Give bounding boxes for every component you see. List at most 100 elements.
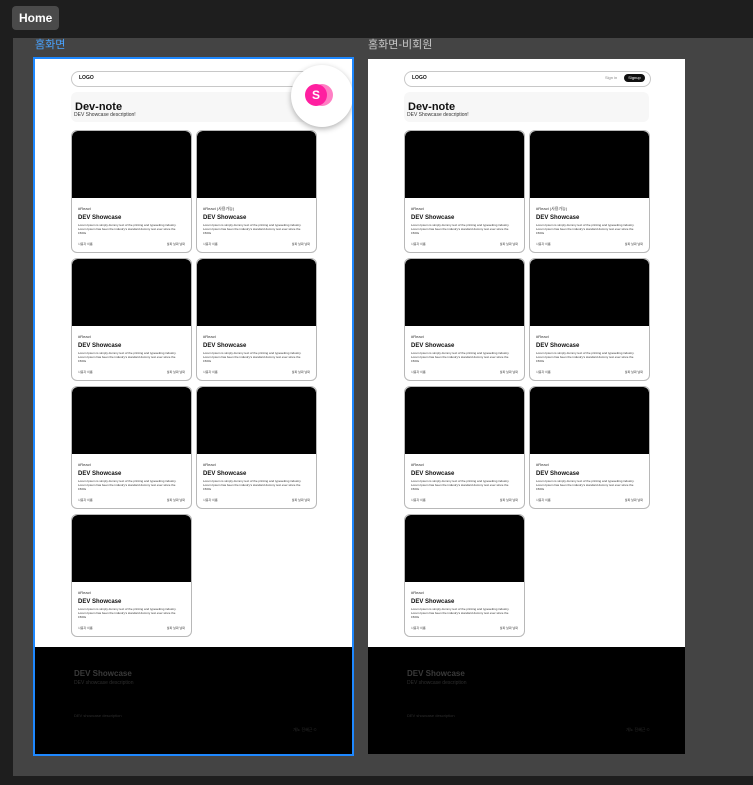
frame-label-home[interactable]: 홈화면: [35, 39, 65, 51]
card-tag: #React (사용가능): [536, 206, 568, 211]
card-thumbnail: [197, 387, 316, 454]
card-thumbnail: [72, 515, 191, 582]
card-date: 날짜 날짜 날짜: [499, 626, 518, 630]
post-card[interactable]: #React DEV Showcase Lorem Ipsum is simpl…: [404, 514, 525, 637]
card-author: 사용자 이름: [78, 370, 93, 374]
card-body: Lorem Ipsum is simply dummy text of the …: [411, 351, 510, 363]
footer-description: DEV showcase description: [74, 713, 122, 718]
card-thumbnail: [405, 387, 524, 454]
card-title: DEV Showcase: [203, 215, 247, 221]
collaborator-avatar[interactable]: S: [291, 65, 352, 127]
card-tag: #React: [411, 590, 424, 595]
card-thumbnail: [530, 131, 649, 198]
card-date: 날짜 날짜 날짜: [624, 242, 643, 246]
card-title: DEV Showcase: [536, 471, 580, 477]
card-thumbnail: [405, 259, 524, 326]
frame-home[interactable]: LOGO Dev-note DEV Showcase description! …: [33, 57, 354, 756]
logo[interactable]: LOGO: [412, 75, 427, 81]
card-tag: #React: [78, 206, 91, 211]
footer-title: DEV Showcase: [407, 669, 465, 678]
post-card[interactable]: #React (사용가능) DEV Showcase Lorem Ipsum i…: [529, 130, 650, 253]
avatar-initial: S: [305, 84, 327, 106]
card-body: Lorem Ipsum is simply dummy text of the …: [203, 351, 302, 363]
post-card[interactable]: #React DEV Showcase Lorem Ipsum is simpl…: [71, 514, 192, 637]
footer-subtitle: DEV showcase description: [407, 680, 467, 686]
card-thumbnail: [197, 259, 316, 326]
card-tag: #React: [536, 462, 549, 467]
post-card[interactable]: #React DEV Showcase Lorem Ipsum is simpl…: [71, 386, 192, 509]
home-tab[interactable]: Home: [12, 6, 60, 30]
footer: DEV Showcase DEV showcase description DE…: [35, 647, 352, 754]
card-author: 사용자 이름: [203, 370, 218, 374]
card-body: Lorem Ipsum is simply dummy text of the …: [78, 351, 177, 363]
card-title: DEV Showcase: [203, 471, 247, 477]
card-author: 사용자 이름: [78, 242, 93, 246]
post-card[interactable]: #React DEV Showcase Lorem Ipsum is simpl…: [404, 386, 525, 509]
post-card[interactable]: #React DEV Showcase Lorem Ipsum is simpl…: [404, 258, 525, 381]
card-tag: #React (사용가능): [203, 206, 235, 211]
card-title: DEV Showcase: [411, 599, 455, 605]
card-author: 사용자 이름: [78, 626, 93, 630]
card-title: DEV Showcase: [411, 471, 455, 477]
card-date: 날짜 날짜 날짜: [291, 370, 310, 374]
post-card[interactable]: #React DEV Showcase Lorem Ipsum is simpl…: [196, 258, 317, 381]
card-thumbnail: [72, 259, 191, 326]
card-body: Lorem Ipsum is simply dummy text of the …: [411, 607, 510, 619]
card-body: Lorem Ipsum is simply dummy text of the …: [536, 223, 635, 235]
card-tag: #React: [411, 462, 424, 467]
card-tag: #React: [536, 334, 549, 339]
card-thumbnail: [72, 387, 191, 454]
card-body: Lorem Ipsum is simply dummy text of the …: [411, 479, 510, 491]
card-tag: #React: [203, 462, 216, 467]
hero-section: Dev-note DEV Showcase description!: [71, 92, 316, 122]
card-tag: #React: [78, 334, 91, 339]
card-body: Lorem Ipsum is simply dummy text of the …: [536, 479, 635, 491]
card-title: DEV Showcase: [411, 215, 455, 221]
post-card[interactable]: #React DEV Showcase Lorem Ipsum is simpl…: [71, 258, 192, 381]
card-author: 사용자 이름: [536, 242, 551, 246]
card-body: Lorem Ipsum is simply dummy text of the …: [78, 607, 177, 619]
signin-link[interactable]: Sign in: [605, 75, 617, 80]
card-author: 사용자 이름: [203, 242, 218, 246]
post-card[interactable]: #React DEV Showcase Lorem Ipsum is simpl…: [71, 130, 192, 253]
card-date: 날짜 날짜 날짜: [166, 626, 185, 630]
card-date: 날짜 날짜 날짜: [166, 498, 185, 502]
card-tag: #React: [203, 334, 216, 339]
card-date: 날짜 날짜 날짜: [499, 370, 518, 374]
card-thumbnail: [530, 387, 649, 454]
card-author: 사용자 이름: [536, 498, 551, 502]
frame-home-guest[interactable]: LOGO Sign in Signup Dev-note DEV Showcas…: [368, 59, 685, 754]
footer-description: DEV showcase description: [407, 713, 455, 718]
card-author: 사용자 이름: [411, 242, 426, 246]
card-date: 날짜 날짜 날짜: [291, 242, 310, 246]
card-tag: #React: [78, 590, 91, 595]
footer-copyright: 개노 진혜근 ©: [626, 727, 650, 732]
logo[interactable]: LOGO: [79, 75, 94, 81]
footer-copyright: 개노 진혜근 ©: [293, 727, 317, 732]
card-author: 사용자 이름: [411, 626, 426, 630]
card-title: DEV Showcase: [78, 599, 122, 605]
frame-label-guest[interactable]: 홈화면-비회원: [368, 39, 432, 51]
card-author: 사용자 이름: [411, 370, 426, 374]
post-card[interactable]: #React (사용가능) DEV Showcase Lorem Ipsum i…: [196, 130, 317, 253]
signup-button[interactable]: Signup: [624, 74, 645, 82]
post-card[interactable]: #React DEV Showcase Lorem Ipsum is simpl…: [529, 258, 650, 381]
card-title: DEV Showcase: [78, 215, 122, 221]
card-thumbnail: [72, 131, 191, 198]
card-title: DEV Showcase: [536, 343, 580, 349]
hero-description: DEV Showcase description!: [74, 112, 136, 118]
card-title: DEV Showcase: [411, 343, 455, 349]
post-card[interactable]: #React DEV Showcase Lorem Ipsum is simpl…: [196, 386, 317, 509]
card-body: Lorem Ipsum is simply dummy text of the …: [411, 223, 510, 235]
card-title: DEV Showcase: [203, 343, 247, 349]
card-date: 날짜 날짜 날짜: [291, 498, 310, 502]
design-canvas[interactable]: 홈화면 LOGO Dev-note DEV Showcase descripti…: [13, 38, 753, 776]
post-card[interactable]: #React DEV Showcase Lorem Ipsum is simpl…: [529, 386, 650, 509]
hero-section: Dev-note DEV Showcase description!: [404, 92, 649, 122]
card-date: 날짜 날짜 날짜: [499, 242, 518, 246]
card-author: 사용자 이름: [78, 498, 93, 502]
editor-topbar: Home: [0, 0, 753, 38]
card-date: 날짜 날짜 날짜: [624, 370, 643, 374]
card-thumbnail: [530, 259, 649, 326]
post-card[interactable]: #React DEV Showcase Lorem Ipsum is simpl…: [404, 130, 525, 253]
